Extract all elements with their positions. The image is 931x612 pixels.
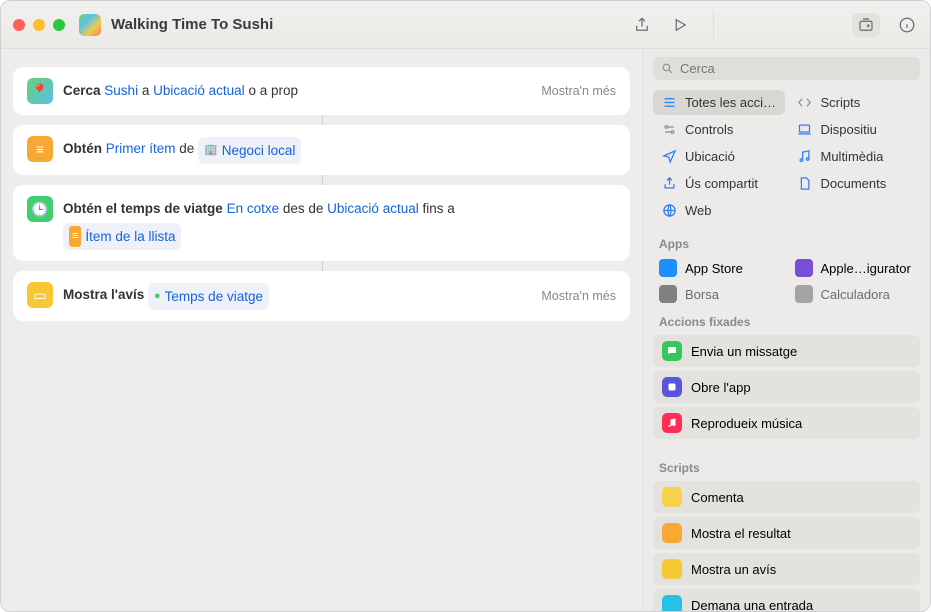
show-more-button[interactable]: Mostra'n més [541,84,616,98]
action-library-sidebar: Totes les acci… Scripts Controls Disposi… [642,49,930,611]
script-comment[interactable]: Comenta [653,481,920,513]
action-text: Mostra l'avís ●Temps de viatge [63,282,531,310]
app-stocks[interactable]: Borsa [653,281,785,307]
share-button[interactable] [631,14,653,36]
search-icon [661,62,674,75]
list-icon: ≡ [27,136,53,162]
search-input[interactable] [680,61,912,76]
category-web[interactable]: Web [653,198,785,223]
category-device[interactable]: Dispositiu [789,117,921,142]
action-show-alert[interactable]: ▭ Mostra l'avís ●Temps de viatge Mostra'… [13,271,630,321]
category-controls[interactable]: Controls [653,117,785,142]
clock-icon: 🕒 [27,196,53,222]
apps-section-header: Apps [643,229,930,255]
window-controls [13,19,65,31]
alert-icon: ▭ [27,282,53,308]
pinned-send-message[interactable]: Envia un missatge [653,335,920,367]
category-media[interactable]: Multimèdia [789,144,921,169]
shortcuts-app-icon [79,14,101,36]
category-documents[interactable]: Documents [789,171,921,196]
category-scripts[interactable]: Scripts [789,90,921,115]
shortcuts-editor-window: Walking Time To Sushi 📍 Cerca [0,0,931,612]
category-grid: Totes les acci… Scripts Controls Disposi… [643,86,930,229]
pinned-list: Envia un missatge Obre l'app Reprodueix … [643,333,930,453]
script-show-result[interactable]: Mostra el resultat [653,517,920,549]
app-calculator[interactable]: Calculadora [789,281,921,307]
titlebar: Walking Time To Sushi [1,1,930,49]
category-sharing[interactable]: Ús compartit [653,171,785,196]
shortcut-title: Walking Time To Sushi [111,16,631,33]
action-get-item[interactable]: ≡ Obtén Primer ítem de 🏢Negoci local [13,125,630,175]
minimize-window-icon[interactable] [33,19,45,31]
show-more-button[interactable]: Mostra'n més [541,289,616,303]
script-show-alert[interactable]: Mostra un avís [653,553,920,585]
pinned-section-header: Accions fixades [643,307,930,333]
app-appstore[interactable]: App Store [653,255,785,281]
category-all-actions[interactable]: Totes les acci… [653,90,785,115]
maps-icon: 📍 [27,78,53,104]
info-button[interactable] [896,14,918,36]
apps-grid: App Store Apple…igurator Borsa Calculado… [643,255,930,307]
pinned-open-app[interactable]: Obre l'app [653,371,920,403]
workflow-editor[interactable]: 📍 Cerca Sushi a Ubicació actual o a prop… [1,49,642,611]
script-ask-input[interactable]: Demana una entrada [653,589,920,611]
action-get-travel-time[interactable]: 🕒 Obtén el temps de viatge En cotxe des … [13,185,630,261]
action-text: Obtén Primer ítem de 🏢Negoci local [63,136,616,164]
pinned-play-music[interactable]: Reprodueix música [653,407,920,439]
scripts-list: Comenta Mostra el resultat Mostra un aví… [643,479,930,611]
category-location[interactable]: Ubicació [653,144,785,169]
zoom-window-icon[interactable] [53,19,65,31]
action-text: Cerca Sushi a Ubicació actual o a prop [63,78,531,104]
close-window-icon[interactable] [13,19,25,31]
run-button[interactable] [669,14,691,36]
app-configurator[interactable]: Apple…igurator [789,255,921,281]
search-field[interactable] [653,57,920,80]
titlebar-divider [713,10,714,40]
action-search-maps[interactable]: 📍 Cerca Sushi a Ubicació actual o a prop… [13,67,630,115]
action-text: Obtén el temps de viatge En cotxe des de… [63,196,616,250]
scripts-section-header: Scripts [643,453,930,479]
library-toggle-button[interactable] [852,13,880,37]
